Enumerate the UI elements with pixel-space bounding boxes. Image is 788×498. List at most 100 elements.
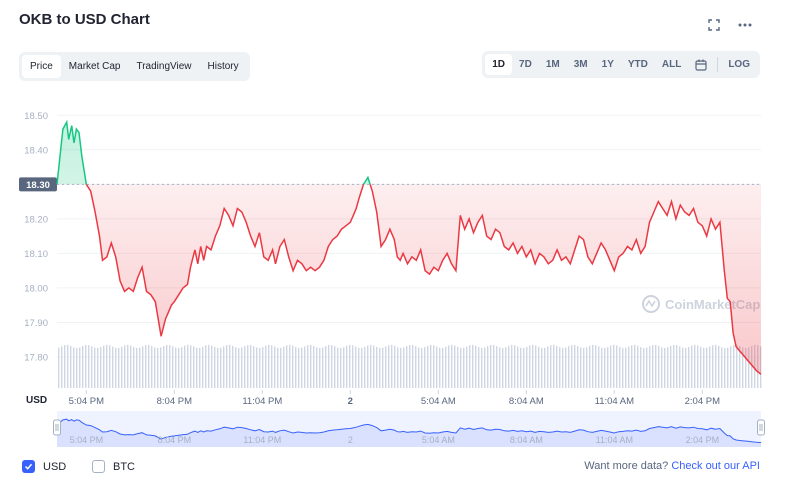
volume-bar	[661, 347, 663, 388]
y-tick-label: 17.90	[24, 318, 48, 329]
volume-bar	[112, 346, 114, 388]
volume-bar	[268, 344, 270, 388]
volume-bar	[697, 345, 699, 388]
volume-bar	[664, 347, 666, 388]
volume-bar	[166, 344, 168, 388]
volume-bar	[367, 345, 369, 388]
volume-bar	[352, 345, 354, 388]
volume-bar	[325, 346, 327, 388]
navigator-tick-label: 2:04 PM	[686, 435, 720, 445]
volume-bar	[289, 344, 291, 388]
volume-bar	[193, 346, 195, 388]
legend-btc[interactable]: BTC	[92, 460, 135, 473]
volume-bar	[562, 347, 564, 388]
y-tick-label: 18.10	[24, 249, 48, 260]
api-link[interactable]: Check out our API	[671, 460, 760, 472]
volume-bar	[121, 346, 123, 388]
volume-bar	[475, 345, 477, 388]
volume-bar	[523, 347, 525, 388]
legend-usd[interactable]: USD	[22, 460, 66, 473]
volume-bar	[235, 347, 237, 388]
volume-bar	[265, 345, 267, 388]
volume-bar	[610, 345, 612, 388]
volume-bar	[652, 345, 654, 388]
volume-bar	[328, 344, 330, 388]
volume-bar	[727, 347, 729, 388]
volume-bar	[388, 345, 390, 388]
navigator-tick-label: 8:04 PM	[158, 435, 192, 445]
volume-bar	[520, 347, 522, 388]
volume-bar	[217, 347, 219, 388]
reference-price-text: 18.30	[26, 180, 50, 191]
volume-bar	[271, 345, 273, 388]
volume-bar	[145, 345, 147, 388]
volume-bar	[382, 347, 384, 388]
x-tick-label: 8:04 PM	[157, 396, 192, 407]
volume-bar	[139, 347, 141, 388]
volume-bar	[100, 347, 102, 388]
navigator-handle-left[interactable]	[53, 419, 61, 436]
volume-bar	[553, 344, 555, 388]
volume-bar	[403, 347, 405, 388]
volume-bar	[580, 347, 582, 388]
volume-bar	[259, 347, 261, 388]
volume-bar	[238, 347, 240, 388]
volume-bar	[412, 344, 414, 388]
volume-bar	[103, 345, 105, 388]
volume-bar	[514, 345, 516, 388]
volume-bar	[178, 347, 180, 388]
volume-bar	[577, 346, 579, 388]
checkbox-unchecked-icon[interactable]	[92, 460, 105, 473]
volume-bar	[667, 347, 669, 388]
volume-bar	[160, 347, 162, 388]
volume-bar	[70, 345, 72, 388]
navigator-tick-label: 11:04 AM	[596, 435, 633, 445]
volume-bar	[220, 347, 222, 388]
volume-bar	[541, 347, 543, 388]
volume-bar	[154, 347, 156, 388]
volume-bar	[322, 347, 324, 388]
volume-bar	[292, 345, 294, 388]
navigator-tick-label: 8:04 AM	[510, 435, 543, 445]
reference-price-label: 18.30	[19, 177, 57, 192]
x-tick-label: 5:04 PM	[69, 396, 104, 407]
volume-bar	[142, 346, 144, 388]
volume-bar	[130, 345, 132, 388]
navigator-tick-label: 2	[348, 435, 353, 445]
volume-bar	[448, 345, 450, 388]
volume-bar	[280, 347, 282, 388]
volume-bar	[637, 345, 639, 388]
volume-bar	[82, 345, 84, 388]
volume-bar	[439, 347, 441, 388]
navigator-handle-right[interactable]	[757, 419, 765, 436]
volume-bar	[409, 344, 411, 388]
volume-bar	[337, 347, 339, 388]
x-tick-label: 11:04 AM	[595, 396, 635, 407]
volume-bar	[688, 346, 690, 388]
checkbox-checked-icon[interactable]	[22, 460, 35, 473]
volume-bar	[148, 344, 150, 388]
volume-bar	[493, 344, 495, 388]
volume-bar	[598, 346, 600, 388]
volume-bar	[586, 347, 588, 388]
volume-bar	[394, 345, 396, 388]
y-tick-label: 18.40	[24, 145, 48, 156]
y-tick-label: 17.80	[24, 353, 48, 364]
api-promo: Want more data? Check out our API	[584, 460, 760, 472]
volume-bar	[262, 347, 264, 388]
volume-bar	[712, 345, 714, 388]
volume-bar	[430, 344, 432, 388]
volume-bar	[625, 347, 627, 388]
volume-bar	[415, 346, 417, 388]
volume-bar	[694, 344, 696, 388]
volume-bar	[646, 347, 648, 388]
legend-usd-label: USD	[43, 460, 67, 473]
volume-bar	[472, 344, 474, 388]
x-tick-label: 8:04 AM	[509, 396, 544, 407]
volume-bar	[457, 346, 459, 388]
volume-bar	[616, 345, 618, 388]
volume-bar	[361, 347, 363, 388]
volume-bar	[502, 347, 504, 388]
volume-bar	[253, 346, 255, 388]
volume-bar	[250, 345, 252, 388]
